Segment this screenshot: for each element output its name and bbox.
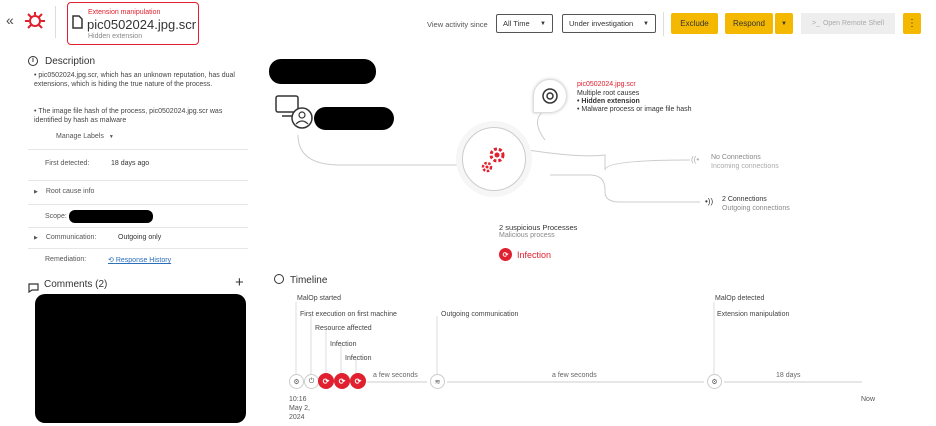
start-date: May 2,	[289, 405, 311, 412]
gap-label-3: 18 days	[776, 372, 801, 379]
infection-event-label-2: Infection	[345, 355, 372, 362]
description-bullet-2: • The image file hash of the process, pi…	[34, 108, 223, 124]
communication-toggle[interactable]: ▶ Communication:	[34, 234, 96, 241]
manage-labels-button[interactable]: Manage Labels ▼	[56, 133, 114, 140]
malop-started-node-icon[interactable]: ⚙	[289, 374, 304, 389]
infection-icon: ⟳	[499, 248, 512, 261]
description-heading: Description	[45, 56, 96, 67]
resource-affected-node-icon[interactable]: ⟳	[318, 373, 334, 389]
comments-redacted	[35, 294, 246, 423]
divider	[28, 227, 248, 228]
gap-label-2: a few seconds	[552, 372, 597, 379]
extension-manipulation-label: Extension manipulation	[717, 311, 790, 318]
add-comment-button[interactable]: +	[235, 274, 244, 291]
file-name: pic0502024.jpg.scr	[87, 17, 197, 32]
caret-down-icon: ▼	[540, 20, 546, 27]
scope-label: Scope:	[45, 213, 67, 220]
malop-detected-label: MalOp detected	[715, 295, 765, 302]
first-detected-value: 18 days ago	[111, 160, 150, 167]
outgoing-communication-node-icon[interactable]: ≋	[430, 374, 445, 389]
divider	[28, 248, 248, 249]
infection-node-icon-1[interactable]: ⟳	[334, 373, 350, 389]
two-connections-label[interactable]: 2 Connections	[722, 196, 767, 203]
time-range-select[interactable]: All Time ▼	[496, 14, 553, 33]
start-time: 10:16	[289, 396, 307, 403]
view-activity-label: View activity since	[427, 20, 488, 29]
communication-value: Outgoing only	[118, 234, 162, 241]
status-value: Under investigation	[569, 19, 634, 28]
description-bullet-1: • pic0502024.jpg.scr, which has an unkno…	[34, 72, 235, 88]
comment-icon	[28, 280, 39, 294]
caret-down-icon: ▼	[643, 20, 649, 27]
outgoing-communication-label: Outgoing communication	[441, 311, 519, 318]
root-cause-info-toggle[interactable]: ▶ Root cause info	[34, 188, 94, 195]
header-divider	[55, 6, 56, 38]
malop-bug-icon	[22, 10, 48, 32]
divider	[28, 149, 248, 150]
status-select[interactable]: Under investigation ▼	[562, 14, 656, 33]
malicious-process-label: Malicious process	[499, 232, 555, 239]
root-cause-info-label: Root cause info	[45, 188, 95, 195]
timeline-heading: Timeline	[290, 275, 328, 286]
incoming-connections-icon: ((•	[691, 155, 700, 164]
caret-right-icon: ▶	[34, 235, 38, 241]
outgoing-connections-icon: •))	[705, 197, 714, 206]
history-icon: ⟲	[108, 257, 114, 264]
alert-title: Extension manipulation	[88, 9, 161, 16]
caret-down-icon: ▼	[781, 20, 787, 27]
comments-heading: Comments (2)	[44, 279, 108, 290]
info-icon: i	[28, 56, 38, 66]
malop-detected-node-icon[interactable]: ⚙	[707, 374, 722, 389]
caret-right-icon: ▶	[34, 189, 38, 195]
root-causes-label: Multiple root causes	[577, 90, 640, 97]
remediation-label: Remediation:	[45, 256, 87, 263]
scope-redacted	[69, 210, 153, 223]
respond-dropdown-button[interactable]: ▼	[775, 13, 793, 34]
root-cause-file: pic0502024.jpg.scr	[577, 81, 636, 88]
root-cause-bullet-2: • Malware process or image file hash	[577, 106, 692, 113]
infection-label: Infection	[517, 249, 552, 260]
malop-started-label: MalOp started	[297, 295, 341, 302]
divider	[28, 180, 248, 181]
alert-title-box: Extension manipulation pic0502024.jpg.sc…	[67, 2, 199, 45]
root-cause-bullet-1: • Hidden extension	[577, 98, 640, 105]
terminal-icon: >_	[811, 20, 820, 27]
first-execution-label: First execution on first machine	[300, 311, 397, 318]
infection-event-label-1: Infection	[330, 341, 357, 348]
first-detected-label: First detected:	[45, 160, 90, 167]
now-label: Now	[861, 396, 876, 403]
clock-icon	[274, 274, 284, 284]
manage-labels-label: Manage Labels	[56, 133, 104, 140]
file-icon	[72, 15, 83, 29]
suspicious-processes-label: 2 suspicious Processes	[499, 223, 578, 232]
exclude-button[interactable]: Exclude	[671, 13, 718, 34]
more-options-button[interactable]: ⋮	[903, 13, 921, 34]
malicious-process-icon[interactable]	[462, 127, 526, 191]
gap-label-1: a few seconds	[373, 372, 418, 379]
open-remote-shell-label: Open Remote Shell	[822, 20, 885, 27]
no-connections-label: No Connections	[711, 154, 761, 161]
first-execution-node-icon[interactable]: ⏻	[304, 374, 319, 389]
resource-affected-label: Resource affected	[315, 325, 372, 332]
alert-subtitle: Hidden extension	[88, 33, 143, 40]
header-divider-2	[663, 12, 664, 36]
divider	[28, 204, 248, 205]
infection-badge[interactable]: ⟳ Infection	[499, 248, 551, 261]
start-year: 2024	[289, 414, 305, 421]
open-remote-shell-button[interactable]: >_ Open Remote Shell	[801, 13, 895, 34]
incoming-connections-label: Incoming connections	[711, 163, 779, 170]
root-cause-icon	[533, 79, 567, 113]
respond-button[interactable]: Respond	[725, 13, 773, 34]
infection-node-icon-2[interactable]: ⟳	[350, 373, 366, 389]
collapse-button[interactable]: «	[6, 12, 14, 28]
outgoing-connections-label: Outgoing connections	[722, 205, 790, 212]
response-history-link[interactable]: ⟲ Response History	[108, 256, 171, 264]
caret-down-icon: ▼	[108, 134, 114, 140]
communication-label: Communication:	[45, 234, 97, 241]
time-range-value: All Time	[503, 19, 530, 28]
